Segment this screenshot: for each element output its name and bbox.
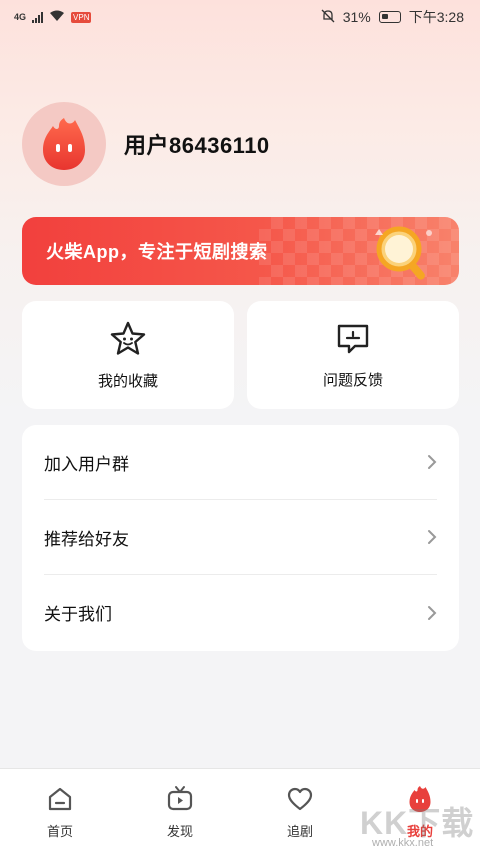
favorites-card[interactable]: 我的收藏 bbox=[22, 301, 234, 409]
menu-item-label: 加入用户群 bbox=[44, 454, 129, 474]
tab-label: 发现 bbox=[166, 824, 193, 839]
promo-banner[interactable]: 火柴App，专注于短剧搜索 bbox=[22, 217, 459, 285]
profile-section[interactable]: 用户86436110 bbox=[22, 102, 270, 186]
tab-label: 首页 bbox=[46, 824, 73, 839]
menu-item-label: 关于我们 bbox=[44, 605, 112, 624]
star-icon bbox=[110, 321, 146, 355]
tab-following[interactable]: 追剧 bbox=[240, 769, 360, 853]
mute-icon bbox=[321, 9, 335, 26]
tab-label: 追剧 bbox=[286, 824, 313, 839]
feedback-card[interactable]: 问题反馈 bbox=[247, 301, 459, 409]
wifi-icon bbox=[49, 9, 65, 25]
status-bar: 4G VPN 31% 下午3:28 bbox=[0, 0, 480, 34]
clock: 下午3:28 bbox=[408, 9, 464, 25]
battery-icon bbox=[378, 11, 401, 23]
settings-menu: 加入用户群 推荐给好友 关于我们 bbox=[22, 425, 459, 651]
menu-item-recommend[interactable]: 推荐给好友 bbox=[44, 500, 437, 575]
vpn-icon: VPN bbox=[71, 11, 92, 23]
flame-avatar-icon bbox=[43, 118, 85, 170]
avatar[interactable] bbox=[22, 102, 106, 186]
chevron-right-icon bbox=[428, 605, 437, 620]
tv-icon bbox=[167, 786, 193, 811]
signal-icon bbox=[32, 11, 44, 23]
network-type: 4G bbox=[14, 12, 27, 22]
chevron-right-icon bbox=[428, 455, 437, 469]
feedback-icon bbox=[337, 324, 369, 353]
menu-item-label: 推荐给好友 bbox=[44, 529, 129, 549]
tab-home[interactable]: 首页 bbox=[0, 769, 120, 853]
favorites-label: 我的收藏 bbox=[97, 372, 158, 390]
feedback-label: 问题反馈 bbox=[322, 371, 383, 389]
status-left: 4G VPN bbox=[14, 9, 92, 25]
watermark-url: www.kkx.net bbox=[372, 837, 434, 849]
tab-discover[interactable]: 发现 bbox=[120, 769, 240, 853]
battery-percent: 31% bbox=[342, 9, 371, 25]
status-right: 31% 下午3:28 bbox=[321, 7, 464, 27]
home-icon bbox=[48, 787, 72, 811]
banner-text: 火柴App，专注于短剧搜索 bbox=[46, 242, 268, 262]
username: 用户86436110 bbox=[124, 133, 270, 158]
magnifier-icon bbox=[375, 226, 432, 280]
chevron-right-icon bbox=[428, 530, 437, 544]
heart-icon bbox=[287, 787, 313, 811]
menu-item-join-group[interactable]: 加入用户群 bbox=[44, 425, 437, 500]
menu-item-about[interactable]: 关于我们 bbox=[44, 575, 437, 650]
